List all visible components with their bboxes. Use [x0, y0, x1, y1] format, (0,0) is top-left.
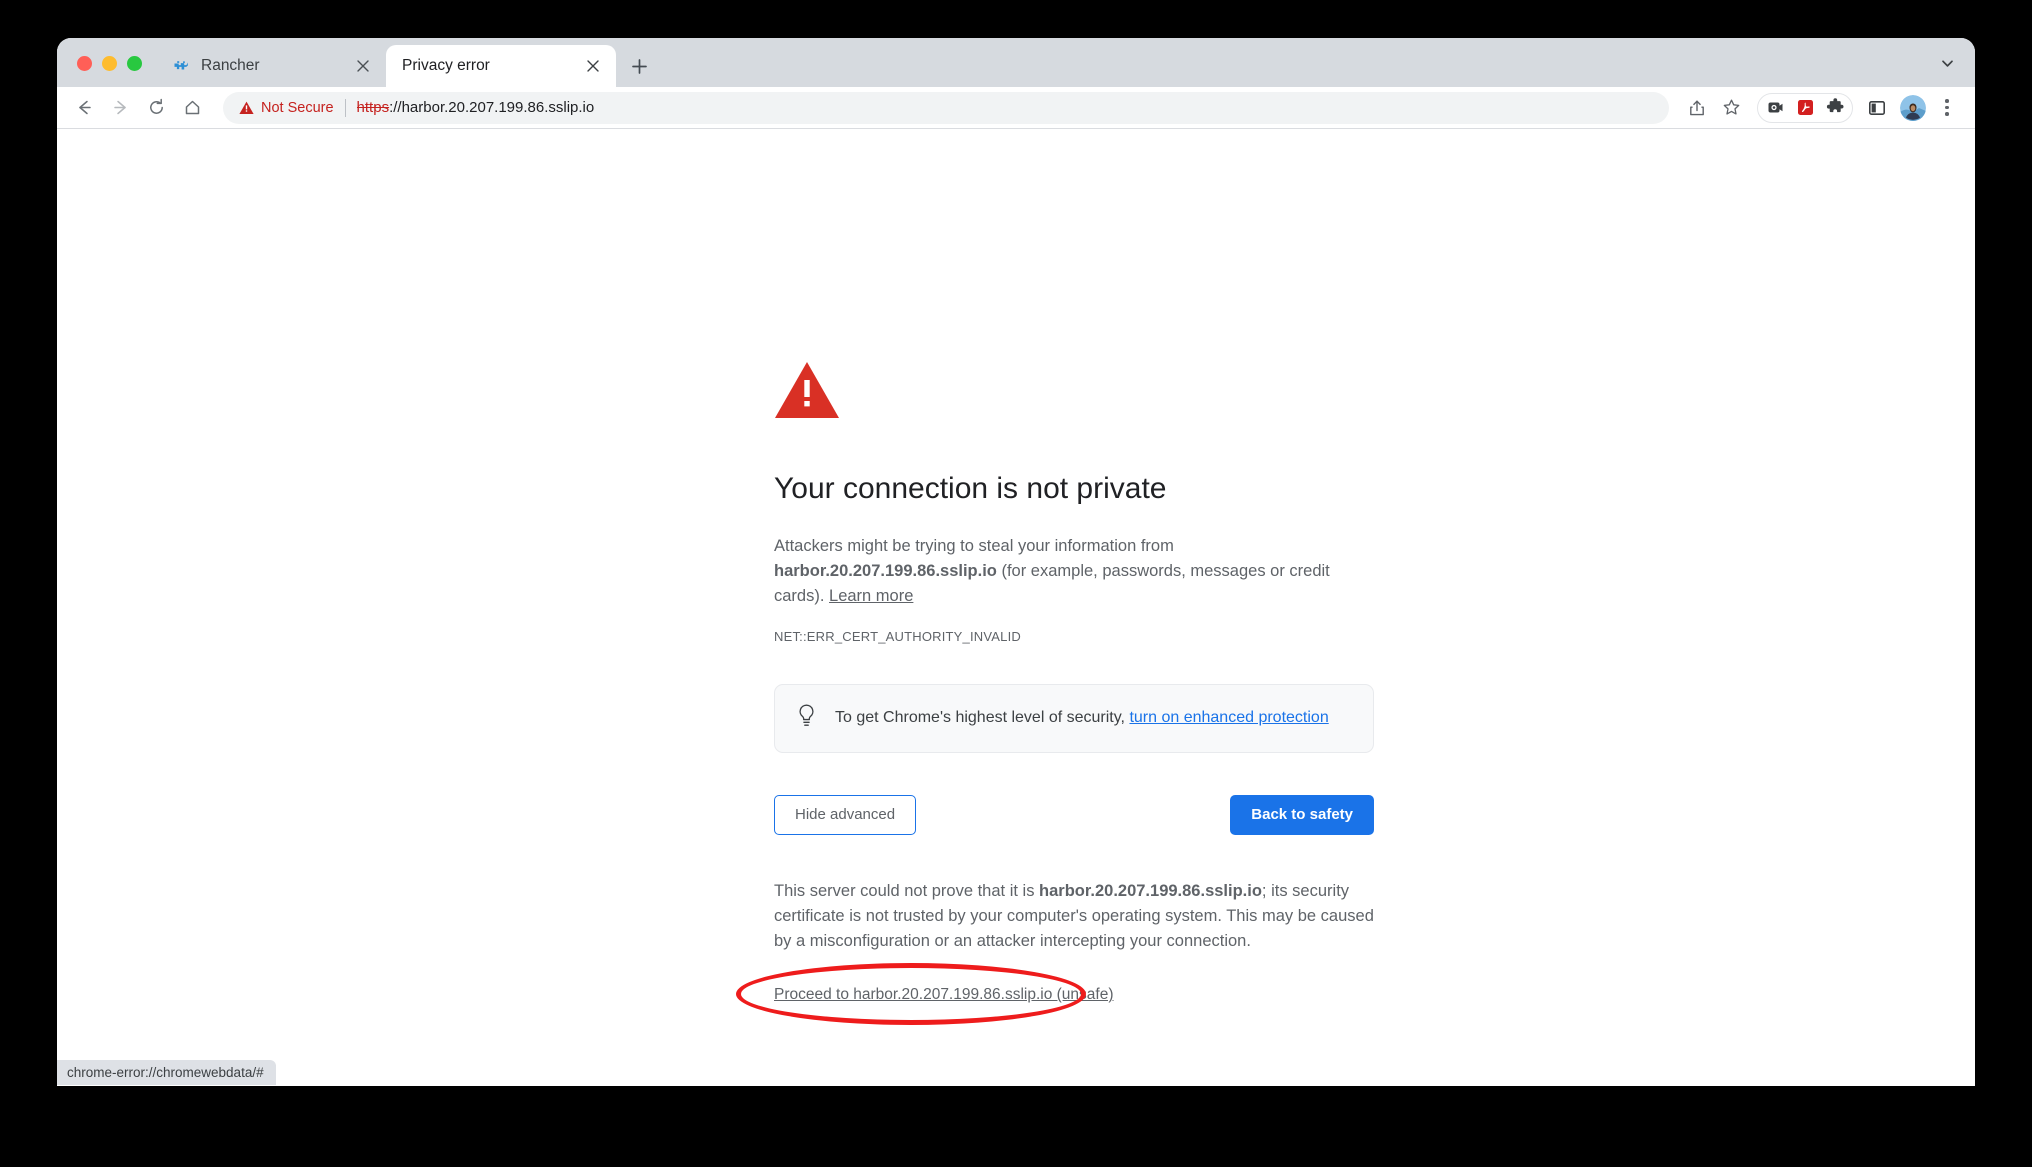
url-rest: ://harbor.20.207.199.86.sslip.io	[389, 99, 595, 116]
tab-search-chevron-down-icon[interactable]	[1933, 49, 1961, 77]
not-secure-label: Not Secure	[261, 99, 334, 116]
extensions-puzzle-icon[interactable]	[1822, 95, 1848, 121]
close-window-button[interactable]	[77, 56, 92, 71]
url-text: https://harbor.20.207.199.86.sslip.io	[357, 99, 595, 116]
hide-advanced-button[interactable]: Hide advanced	[774, 794, 917, 835]
tab-privacy-error[interactable]: Privacy error	[386, 45, 616, 87]
url-scheme: https	[356, 99, 390, 116]
forward-button[interactable]	[103, 91, 137, 125]
warning-triangle-icon	[239, 101, 254, 114]
home-button[interactable]	[175, 91, 209, 125]
window-traffic-lights	[57, 56, 142, 87]
screencast-extension-icon[interactable]	[1762, 95, 1788, 121]
back-button[interactable]	[67, 91, 101, 125]
enhanced-text-lead: To get Chrome's highest level of securit…	[835, 709, 1130, 727]
status-bar: chrome-error://chromewebdata/#	[57, 1060, 276, 1085]
advanced-details: This server could not prove that it is h…	[736, 879, 1374, 1025]
minimize-window-button[interactable]	[102, 56, 117, 71]
new-tab-button[interactable]	[622, 49, 656, 83]
maximize-window-button[interactable]	[127, 56, 142, 71]
extensions-pinned-group	[1757, 92, 1853, 123]
tab-rancher[interactable]: Rancher	[156, 45, 386, 87]
error-code: NET::ERR_CERT_AUTHORITY_INVALID	[774, 628, 1021, 644]
browser-toolbar: Not Secure https://harbor.20.207.199.86.…	[57, 87, 1975, 129]
explanation-prefix: This server could not prove that it is	[774, 881, 1040, 900]
share-icon[interactable]	[1681, 92, 1713, 124]
close-tab-icon[interactable]	[582, 55, 604, 77]
tab-title: Rancher	[201, 57, 260, 74]
profile-avatar[interactable]	[1900, 94, 1926, 121]
tab-title: Privacy error	[402, 57, 490, 74]
adobe-acrobat-extension-icon[interactable]	[1792, 95, 1818, 121]
close-tab-icon[interactable]	[352, 55, 374, 77]
proceed-link-container: Proceed to harbor.20.207.199.86.sslip.io…	[736, 962, 1374, 1025]
browser-window: Rancher Privacy error Not Secure https:/…	[57, 38, 1975, 1086]
certificate-explanation: This server could not prove that it is h…	[774, 879, 1374, 954]
explanation-host: harbor.20.207.199.86.sslip.io	[1039, 881, 1262, 900]
lightbulb-icon	[797, 704, 816, 733]
red-warning-triangle-icon	[774, 361, 1374, 424]
not-secure-indicator[interactable]: Not Secure	[239, 100, 334, 116]
learn-more-link[interactable]: Learn more	[829, 587, 913, 605]
address-bar[interactable]: Not Secure https://harbor.20.207.199.86.…	[223, 91, 1669, 124]
proceed-unsafe-link[interactable]: Proceed to harbor.20.207.199.86.sslip.io…	[774, 986, 1114, 1003]
enhanced-protection-callout: To get Chrome's highest level of securit…	[774, 683, 1374, 753]
omnibox-divider	[344, 98, 346, 117]
enhanced-protection-text: To get Chrome's highest level of securit…	[835, 709, 1329, 727]
chrome-menu-kebab-icon[interactable]	[1933, 94, 1961, 122]
tab-strip: Rancher Privacy error	[57, 38, 1975, 87]
tab-list: Rancher Privacy error	[156, 45, 656, 87]
interstitial-description: Attackers might be trying to steal your …	[774, 534, 1374, 609]
page-title: Your connection is not private	[774, 472, 1167, 505]
toolbar-icon-group	[1679, 92, 1961, 124]
page-viewport: Your connection is not private Attackers…	[57, 129, 1975, 1085]
rancher-favicon-icon	[172, 57, 190, 75]
side-panel-icon[interactable]	[1861, 92, 1893, 124]
turn-on-enhanced-protection-link[interactable]: turn on enhanced protection	[1129, 709, 1328, 726]
description-prefix: Attackers might be trying to steal your …	[774, 536, 1174, 555]
bookmark-star-icon[interactable]	[1715, 92, 1747, 124]
reload-button[interactable]	[139, 91, 173, 125]
description-host: harbor.20.207.199.86.sslip.io	[774, 561, 997, 580]
back-to-safety-button[interactable]: Back to safety	[1230, 794, 1374, 835]
ssl-interstitial: Your connection is not private Attackers…	[736, 361, 1374, 1025]
interstitial-button-row: Hide advanced Back to safety	[774, 794, 1374, 835]
